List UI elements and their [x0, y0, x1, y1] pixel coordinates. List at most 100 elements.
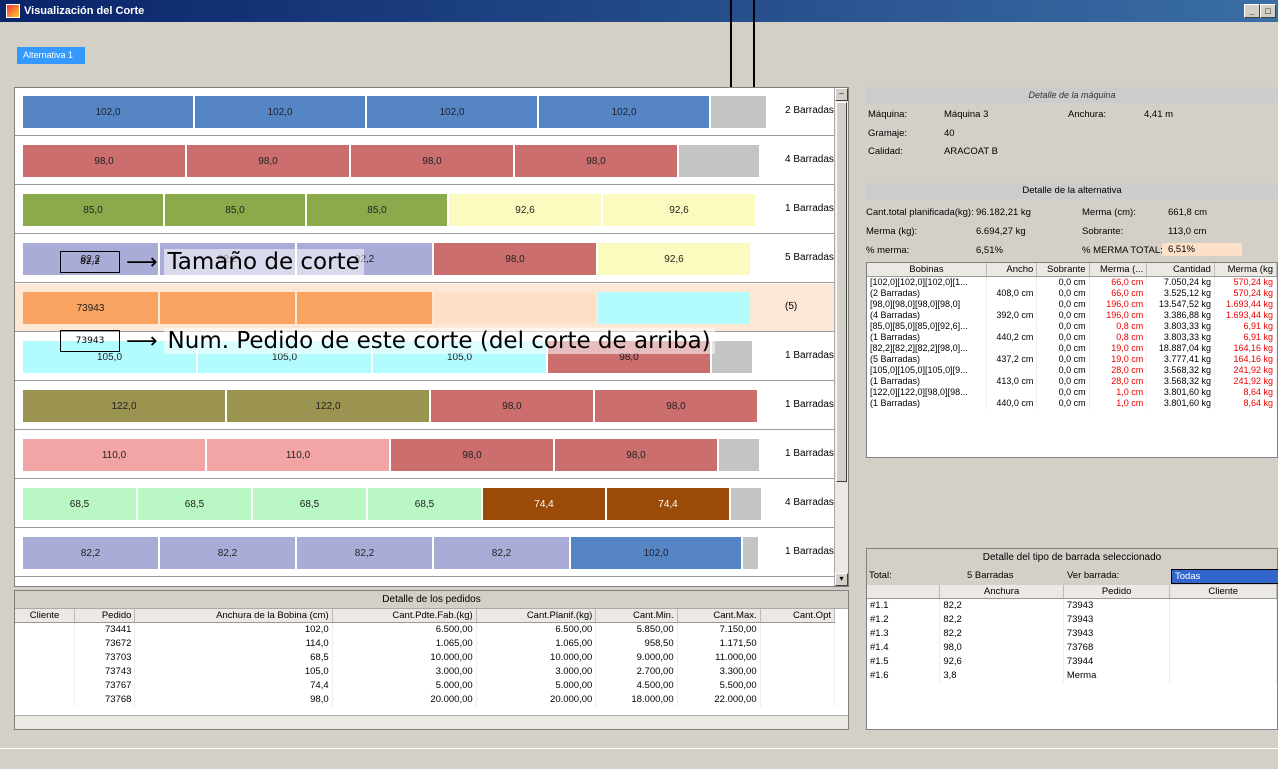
cut-segment[interactable] [297, 292, 432, 324]
cut-segment[interactable]: 110,0 [23, 439, 205, 471]
cut-segment[interactable]: 85,0 [307, 194, 447, 226]
cut-segment[interactable]: 98,0 [391, 439, 553, 471]
maximize-button[interactable]: □ [1260, 4, 1276, 18]
cut-segment[interactable] [743, 537, 758, 569]
table-row[interactable]: [105,0][105,0][105,0][9... 0,0 cm 28,0 cm 3… [867, 364, 1277, 376]
column-header[interactable]: Cant.Max. [677, 609, 761, 623]
minimize-button[interactable]: _ [1244, 4, 1260, 18]
cut-segment[interactable]: 102,0 [367, 96, 537, 128]
cut-segment[interactable] [731, 488, 761, 520]
cut-segment[interactable] [598, 292, 750, 324]
cut-segment[interactable]: 82,2 [434, 537, 569, 569]
cut-segment[interactable]: 98,0 [431, 390, 593, 422]
table-row[interactable]: [85,0][85,0][85,0][92,6]... 0,0 cm 0,8 cm 3… [867, 320, 1277, 332]
cut-segment[interactable] [434, 292, 596, 324]
cut-row[interactable]: 85,0 85,0 85,0 92,6 92,6 1 Barradas [15, 186, 848, 234]
column-header[interactable]: Pedido [1063, 585, 1171, 599]
cut-segment[interactable]: 68,5 [23, 488, 136, 520]
cut-segment[interactable]: 85,0 [165, 194, 305, 226]
cut-segment[interactable]: 92,6 [603, 194, 755, 226]
table-row[interactable]: 73767 74,4 5.000,00 5.000,00 4.500,00 5.500,0… [15, 678, 836, 693]
cut-segment[interactable]: 122,0 [227, 390, 429, 422]
column-header[interactable]: Cant.Planif.(kg) [476, 609, 597, 623]
scroll-thumb[interactable] [836, 102, 847, 482]
cut-segment[interactable]: 102,0 [23, 96, 193, 128]
column-header[interactable]: Ancho [986, 263, 1038, 277]
table-row[interactable]: (1 Barradas) 413,0 cm 0,0 cm 28,0 cm 3.568,3… [867, 375, 1277, 387]
table-row[interactable]: [82,2][82,2][82,2][98,0]... 0,0 cm 19,0 cm… [867, 342, 1277, 354]
column-header[interactable]: Merma (... [1089, 263, 1148, 277]
cut-segment[interactable]: 98,0 [434, 243, 596, 275]
column-header[interactable]: Cantidad [1146, 263, 1215, 277]
table-row[interactable]: (5 Barradas) 437,2 cm 0,0 cm 19,0 cm 3.777,4… [867, 353, 1277, 365]
cut-segment[interactable]: 82,2 [297, 537, 432, 569]
cut-row[interactable]: 122,0 122,0 98,0 98,0 1 Barradas [15, 382, 848, 430]
scroll-down-button[interactable]: ▾ [835, 573, 848, 586]
cut-segment[interactable]: 98,0 [351, 145, 513, 177]
cut-segment[interactable]: 92,6 [449, 194, 601, 226]
column-header[interactable]: Anchura de la Bobina (cm) [134, 609, 333, 623]
column-header[interactable]: Cliente [1169, 585, 1277, 599]
cut-segment[interactable]: 98,0 [595, 390, 757, 422]
cut-segment[interactable]: 92,6 [598, 243, 750, 275]
cut-row[interactable]: 68,5 68,5 68,5 68,5 74,4 74,4 4 Barradas [15, 480, 848, 528]
table-row[interactable]: [102,0][102,0][102,0][1... 0,0 cm 66,0 cm 7… [867, 276, 1277, 288]
cut-segment[interactable]: 85,0 [23, 194, 163, 226]
cut-segment[interactable]: 82,2 [23, 537, 158, 569]
cut-segment[interactable] [712, 341, 752, 373]
cut-segment[interactable]: 102,0 [539, 96, 709, 128]
table-row[interactable]: (1 Barradas) 440,0 cm 0,0 cm 1,0 cm 3.801,60… [867, 397, 1277, 409]
table-row[interactable]: #1.6 3,8 Merma [867, 668, 1277, 683]
table-row[interactable]: 73441 102,0 6.500,00 6.500,00 5.850,00 7.150,… [15, 622, 836, 637]
table-row[interactable]: (1 Barradas) 440,2 cm 0,0 cm 0,8 cm 3.803,33… [867, 331, 1277, 343]
table-row[interactable]: #1.2 82,2 73943 [867, 612, 1277, 627]
column-header[interactable]: Pedido [74, 609, 136, 623]
cut-segment[interactable]: 74,4 [483, 488, 605, 520]
table-row[interactable]: (4 Barradas) 392,0 cm 0,0 cm 196,0 cm 3.386,… [867, 309, 1277, 321]
table-row[interactable]: [98,0][98,0][98,0][98,0] 0,0 cm 196,0 cm 13… [867, 298, 1277, 310]
column-header[interactable]: Anchura [939, 585, 1064, 599]
ver-barrada-select[interactable]: Todas [1171, 569, 1278, 584]
cut-row[interactable]: 102,0 102,0 102,0 102,0 2 Barradas [15, 88, 848, 136]
table-row[interactable]: #1.5 92,6 73944 [867, 654, 1277, 669]
cut-row[interactable]: 98,0 98,0 98,0 98,0 4 Barradas [15, 137, 848, 185]
table-row[interactable]: 73672 114,0 1.065,00 1.065,00 958,50 1.171,50 [15, 636, 836, 651]
column-header[interactable]: Cliente [15, 609, 76, 623]
cut-row[interactable]: 110,0 110,0 98,0 98,0 1 Barradas [15, 431, 848, 479]
cut-segment[interactable]: 68,5 [253, 488, 366, 520]
cut-segment[interactable]: 110,0 [207, 439, 389, 471]
table-row[interactable]: #1.1 82,2 73943 [867, 598, 1277, 613]
cut-segment[interactable] [711, 96, 766, 128]
table-row[interactable]: #1.4 98,0 73768 [867, 640, 1277, 655]
scroll-up-button[interactable]: – [835, 88, 848, 101]
table-row[interactable]: (2 Barradas) 408,0 cm 0,0 cm 66,0 cm 3.525,1… [867, 287, 1277, 299]
cut-row[interactable]: 82,2 82,2 82,2 82,2 102,0 1 Barradas [15, 529, 848, 577]
table-row[interactable]: [122,0][122,0][98,0][98... 0,0 cm 1,0 cm 3.… [867, 386, 1277, 398]
column-header[interactable] [867, 585, 941, 599]
cut-segment[interactable]: 98,0 [555, 439, 717, 471]
column-header[interactable]: Cant.Pdte.Fab.(kg) [332, 609, 477, 623]
column-header[interactable]: Cant.Opt [760, 609, 836, 623]
tab-alternativa-1[interactable]: Alternativa 1 [17, 47, 85, 64]
cut-segment[interactable]: 98,0 [23, 145, 185, 177]
cut-segment[interactable]: 74,4 [607, 488, 729, 520]
cut-segment[interactable]: 73943 [23, 292, 158, 324]
table-row[interactable]: 73703 68,5 10.000,00 10.000,00 9.000,00 11.00… [15, 650, 836, 665]
column-header[interactable]: Bobinas [867, 263, 987, 277]
cut-segment[interactable]: 82,2 [160, 537, 295, 569]
cut-segment[interactable] [679, 145, 759, 177]
table-row[interactable]: 73768 98,0 20.000,00 20.000,00 18.000,00 22.0… [15, 692, 836, 707]
cut-segment[interactable]: 68,5 [368, 488, 481, 520]
cut-segment[interactable]: 98,0 [515, 145, 677, 177]
table-row[interactable]: #1.3 82,2 73943 [867, 626, 1277, 641]
cut-segment[interactable]: 68,5 [138, 488, 251, 520]
cuts-scrollbar[interactable]: – ▾ [834, 88, 848, 586]
column-header[interactable]: Sobrante [1036, 263, 1090, 277]
cut-segment[interactable]: 122,0 [23, 390, 225, 422]
cut-segment[interactable] [719, 439, 759, 471]
cut-segment[interactable]: 102,0 [571, 537, 741, 569]
orders-hscroll[interactable] [15, 715, 848, 729]
table-row[interactable]: 73743 105,0 3.000,00 3.000,00 2.700,00 3.300,… [15, 664, 836, 679]
column-header[interactable]: Merma (kg [1214, 263, 1277, 277]
cut-row[interactable]: 73943 (5) [15, 284, 848, 332]
